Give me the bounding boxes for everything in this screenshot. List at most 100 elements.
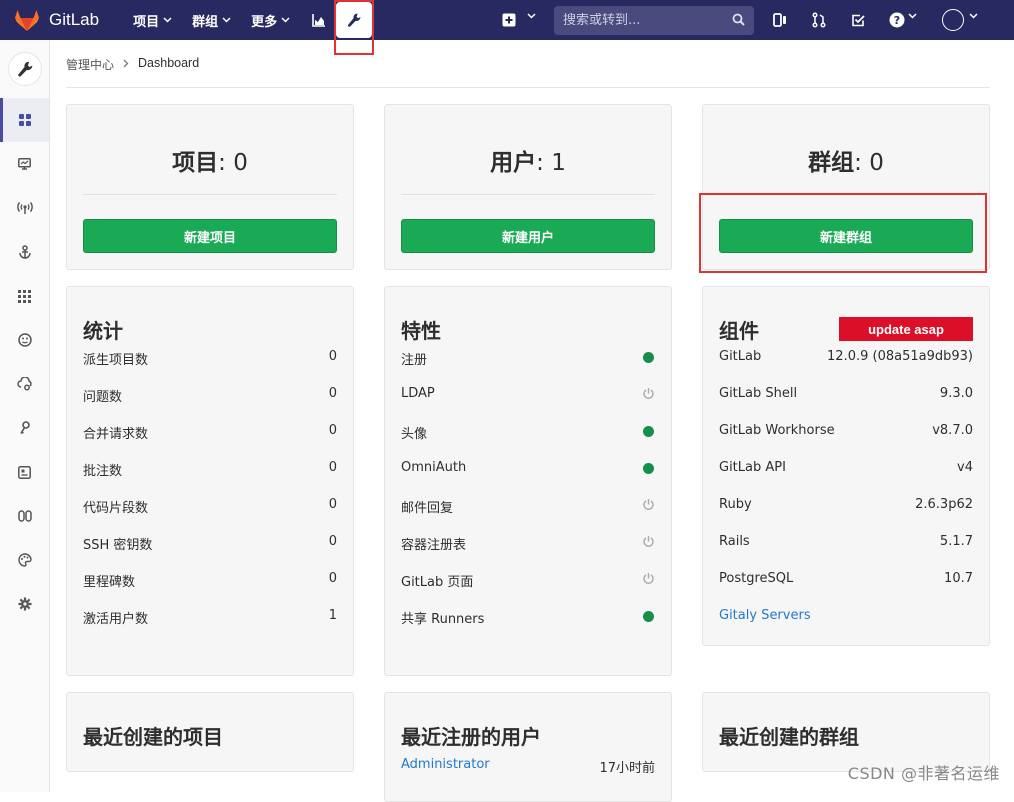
new-group-button[interactable]: 新建群组	[719, 219, 973, 253]
divider	[83, 194, 337, 195]
groups-label: 群组	[808, 150, 854, 176]
sidebar-item-abuse-reports[interactable]	[0, 318, 49, 362]
sidebar-item-appearance[interactable]	[0, 538, 49, 582]
stat-value: 0	[329, 460, 337, 475]
search-input[interactable]	[563, 13, 723, 28]
brand-name: GitLab	[49, 10, 99, 30]
component-name: Ruby	[719, 497, 752, 512]
new-user-button[interactable]: 新建用户	[401, 219, 655, 253]
brand[interactable]: GitLab	[14, 0, 99, 40]
list-item: 里程碑数0	[83, 571, 337, 608]
gitaly-servers-link[interactable]: Gitaly Servers	[719, 608, 811, 623]
component-name: GitLab Workhorse	[719, 423, 835, 438]
component-version: 2.6.3p62	[915, 497, 973, 512]
monitor-icon	[18, 158, 31, 170]
sidebar-item-hooks[interactable]	[0, 230, 49, 274]
gear-icon	[18, 597, 32, 611]
users-count: : 1	[536, 150, 566, 176]
new-dropdown-button[interactable]	[502, 8, 542, 32]
power-off-icon	[642, 572, 655, 585]
breadcrumb-admin-link[interactable]: 管理中心	[66, 56, 114, 73]
stat-value: 0	[329, 497, 337, 512]
groups-count-title: 群组: 0	[703, 143, 989, 177]
feature-label: 头像	[401, 423, 427, 442]
wrench-icon	[16, 60, 34, 78]
issues-button[interactable]	[770, 10, 790, 30]
component-version: 10.7	[944, 571, 973, 586]
list-item: 头像	[401, 423, 655, 460]
feature-label: 注册	[401, 349, 427, 368]
sidebar-item-deploy-keys[interactable]	[0, 406, 49, 450]
sidebar-header[interactable]	[0, 40, 49, 98]
sidebar-item-settings[interactable]	[0, 582, 49, 626]
list-item: OmniAuth	[401, 460, 655, 497]
chevron-right-icon	[123, 59, 129, 68]
status-on-icon	[643, 611, 654, 622]
list-item: 容器注册表	[401, 534, 655, 571]
user-link[interactable]: Administrator	[401, 757, 490, 776]
stat-label: 合并请求数	[83, 423, 148, 442]
recent-projects-title: 最近创建的项目	[83, 721, 223, 750]
help-button[interactable]: ?	[887, 10, 907, 30]
emoji-icon	[18, 333, 32, 347]
search-box[interactable]	[554, 6, 754, 35]
divider	[719, 194, 973, 195]
sidebar-item-labels[interactable]	[0, 494, 49, 538]
user-avatar[interactable]	[942, 9, 964, 31]
todo-check-icon	[851, 13, 866, 28]
stat-label: 批注数	[83, 460, 122, 479]
component-name: Rails	[719, 534, 750, 549]
merge-request-icon	[812, 12, 826, 28]
status-on-icon	[643, 463, 654, 474]
sidebar-item-overview[interactable]	[0, 98, 49, 142]
update-badge[interactable]: update asap	[839, 317, 973, 341]
menu-projects[interactable]: 项目	[127, 0, 178, 40]
features-list: 注册 LDAP 头像 OmniAuth 邮件回复 容器注册表 GitLab 页面…	[401, 349, 655, 645]
menu-more[interactable]: 更多	[245, 0, 296, 40]
component-version: v4	[957, 460, 973, 475]
stat-value: 0	[329, 423, 337, 438]
feature-label: 共享 Runners	[401, 608, 484, 627]
todos-button[interactable]	[848, 10, 868, 30]
cloud-gear-icon	[17, 377, 33, 391]
list-item: Gitaly Servers	[719, 608, 973, 645]
help-icon: ?	[889, 12, 905, 28]
component-version: 5.1.7	[940, 534, 973, 549]
sidebar-item-kubernetes[interactable]	[0, 362, 49, 406]
feature-label: 容器注册表	[401, 534, 466, 553]
sidebar-item-applications[interactable]	[0, 274, 49, 318]
feature-label: LDAP	[401, 386, 435, 401]
stat-label: 代码片段数	[83, 497, 148, 516]
chevron-down-icon	[527, 13, 536, 19]
component-name: GitLab API	[719, 460, 786, 475]
components-title: 组件	[719, 315, 759, 344]
stat-value: 0	[329, 534, 337, 549]
sidebar-item-monitoring[interactable]	[0, 142, 49, 186]
recent-projects-card: 最近创建的项目	[66, 692, 354, 772]
component-version: v8.7.0	[932, 423, 973, 438]
admin-area-button[interactable]	[336, 2, 372, 38]
menu-groups[interactable]: 群组	[186, 0, 237, 40]
gitlab-logo-icon	[14, 8, 40, 32]
activity-chart-button[interactable]	[304, 0, 334, 40]
list-item: 注册	[401, 349, 655, 386]
features-card: 特性 注册 LDAP 头像 OmniAuth 邮件回复 容器注册表 GitLab…	[384, 286, 672, 676]
merge-requests-button[interactable]	[809, 10, 829, 30]
user-created-time: 17小时前	[599, 757, 655, 776]
top-navbar: GitLab 项目 群组 更多	[0, 0, 1014, 40]
list-item: GitLab12.0.9 (08a51a9db93)	[719, 349, 973, 386]
list-item: GitLab 页面	[401, 571, 655, 608]
sidebar-item-messages[interactable]	[0, 186, 49, 230]
list-item: GitLab Workhorse v8.7.0	[719, 423, 973, 460]
sidebar-item-service-templates[interactable]	[0, 450, 49, 494]
list-item: 批注数 0	[83, 460, 337, 497]
template-icon	[18, 466, 31, 479]
stat-label: SSH 密钥数	[83, 534, 152, 553]
menu-more-label: 更多	[251, 11, 277, 30]
projects-summary-card: 项目: 0 新建项目	[66, 104, 354, 270]
list-item: Ruby 2.6.3p62	[719, 497, 973, 534]
projects-label: 项目	[172, 150, 218, 176]
menu-groups-label: 群组	[192, 11, 218, 30]
list-item: SSH 密钥数 0	[83, 534, 337, 571]
new-project-button[interactable]: 新建项目	[83, 219, 337, 253]
